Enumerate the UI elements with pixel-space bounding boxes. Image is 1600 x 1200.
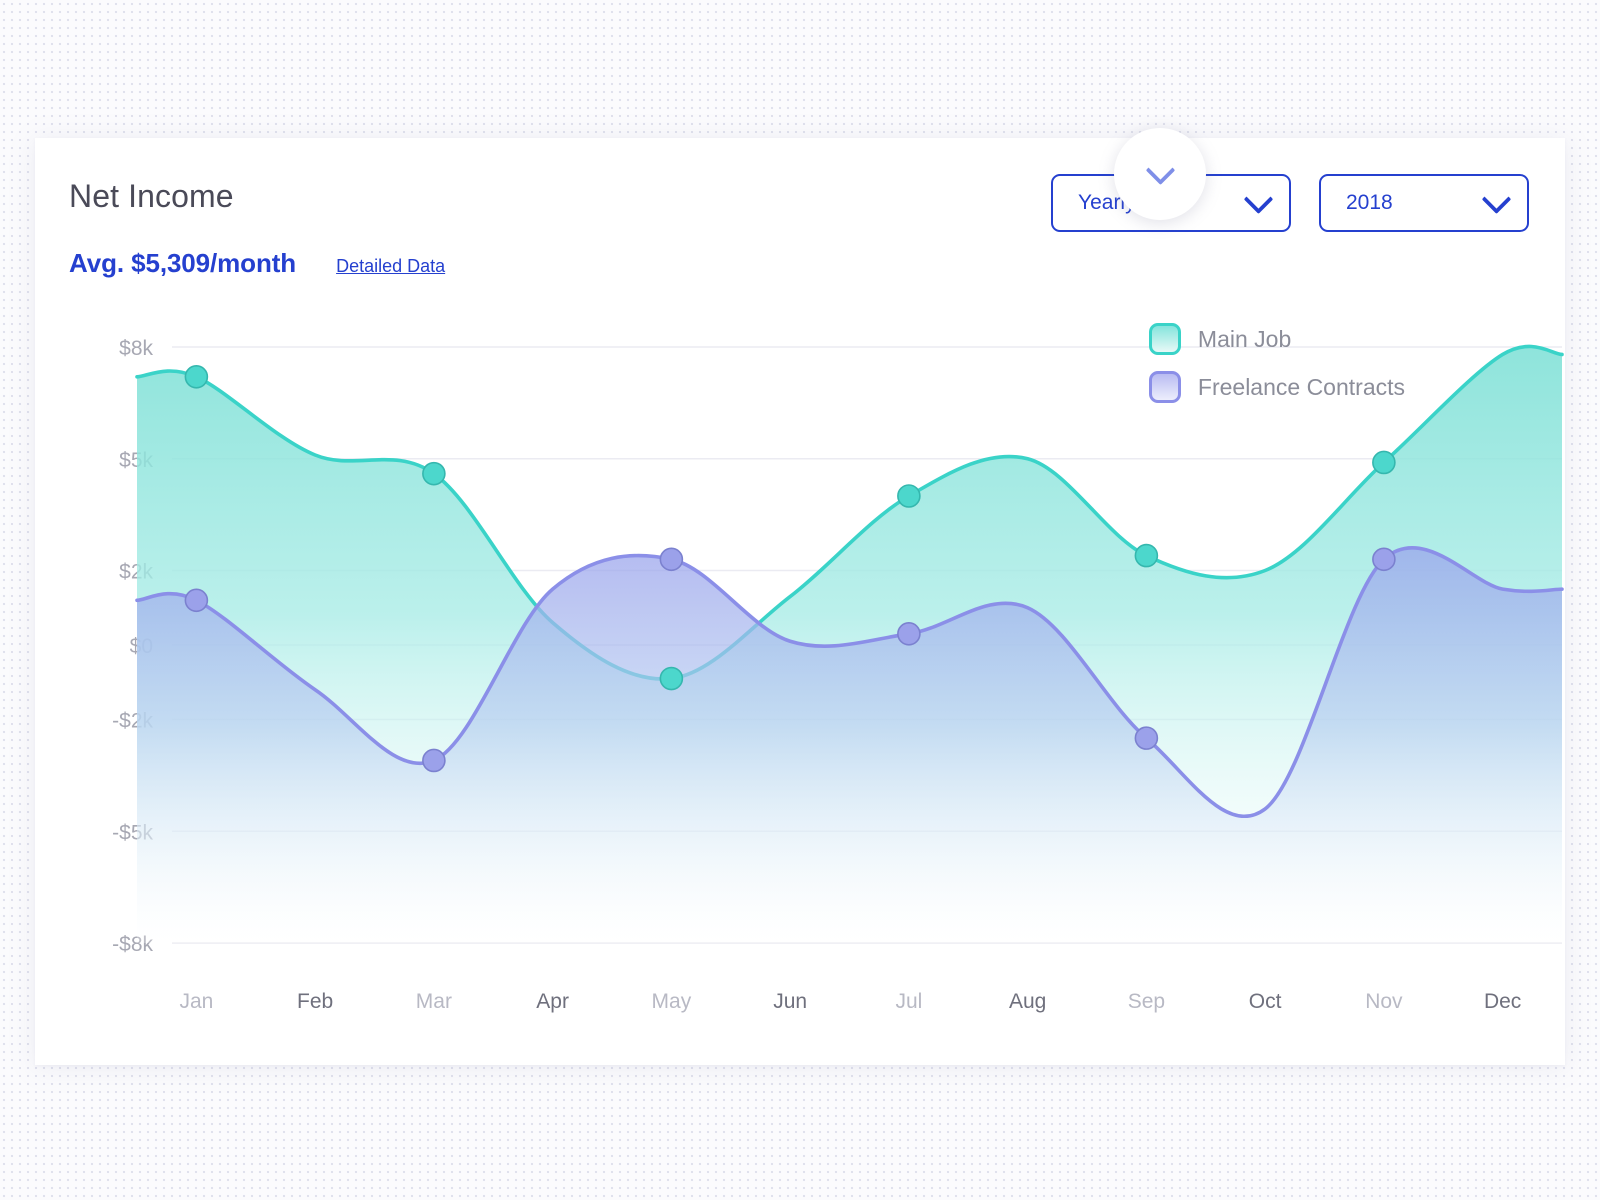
legend-item-main-job[interactable]: Main Job bbox=[1148, 323, 1405, 355]
legend-label: Main Job bbox=[1197, 325, 1292, 352]
data-point-marker[interactable] bbox=[184, 365, 209, 389]
x-axis-tick-label: May bbox=[652, 990, 692, 1013]
chart-canvas: $8k$5k$2k$0-$2k-$5k-$8kJanFebMarAprMayJu… bbox=[112, 337, 1564, 1013]
data-point-marker[interactable] bbox=[422, 461, 446, 486]
data-point-marker[interactable] bbox=[897, 622, 921, 646]
data-point-marker[interactable] bbox=[659, 547, 684, 572]
x-axis-tick-label: Jul bbox=[895, 990, 922, 1013]
x-axis-tick-label: Oct bbox=[1249, 990, 1282, 1013]
x-axis-tick-label: Nov bbox=[1365, 990, 1403, 1013]
x-axis-tick-labels: Jan Feb Mar Apr May Jun Jul Aug Sep Oct Nov Dec bbox=[179, 990, 1521, 1013]
x-axis-tick-label: Apr bbox=[536, 990, 569, 1013]
legend-item-freelance-contracts[interactable]: Freelance Contracts bbox=[1148, 371, 1405, 403]
data-point-marker[interactable] bbox=[184, 588, 209, 613]
x-axis-tick-label: Dec bbox=[1484, 990, 1521, 1013]
x-axis-tick-label: Feb bbox=[297, 990, 333, 1013]
chart-legend: Main Job Freelance Contracts bbox=[1148, 323, 1405, 419]
x-axis-tick-label: Aug bbox=[1009, 990, 1046, 1013]
x-axis-tick-label: Mar bbox=[416, 990, 452, 1013]
legend-swatch-icon bbox=[1148, 371, 1181, 403]
data-point-marker[interactable] bbox=[1134, 543, 1159, 568]
net-income-area-chart: $8k$5k$2k$0-$2k-$5k-$8kJanFebMarAprMayJu… bbox=[35, 138, 1565, 1065]
x-axis-tick-label: Jan bbox=[179, 990, 213, 1013]
data-point-marker[interactable] bbox=[1372, 450, 1396, 475]
data-point-marker[interactable] bbox=[1134, 726, 1159, 750]
y-axis-tick-label: $8k bbox=[119, 337, 153, 360]
legend-label: Freelance Contracts bbox=[1197, 373, 1405, 400]
data-point-marker[interactable] bbox=[659, 666, 684, 691]
legend-swatch-icon bbox=[1148, 323, 1181, 355]
data-point-marker[interactable] bbox=[897, 484, 921, 508]
net-income-card: Net Income Avg. $5,309/month Detailed Da… bbox=[35, 138, 1565, 1065]
data-point-marker[interactable] bbox=[422, 748, 446, 773]
data-point-marker[interactable] bbox=[1372, 547, 1396, 572]
x-axis-tick-label: Jun bbox=[773, 990, 807, 1013]
x-axis-tick-label: Sep bbox=[1128, 990, 1165, 1013]
